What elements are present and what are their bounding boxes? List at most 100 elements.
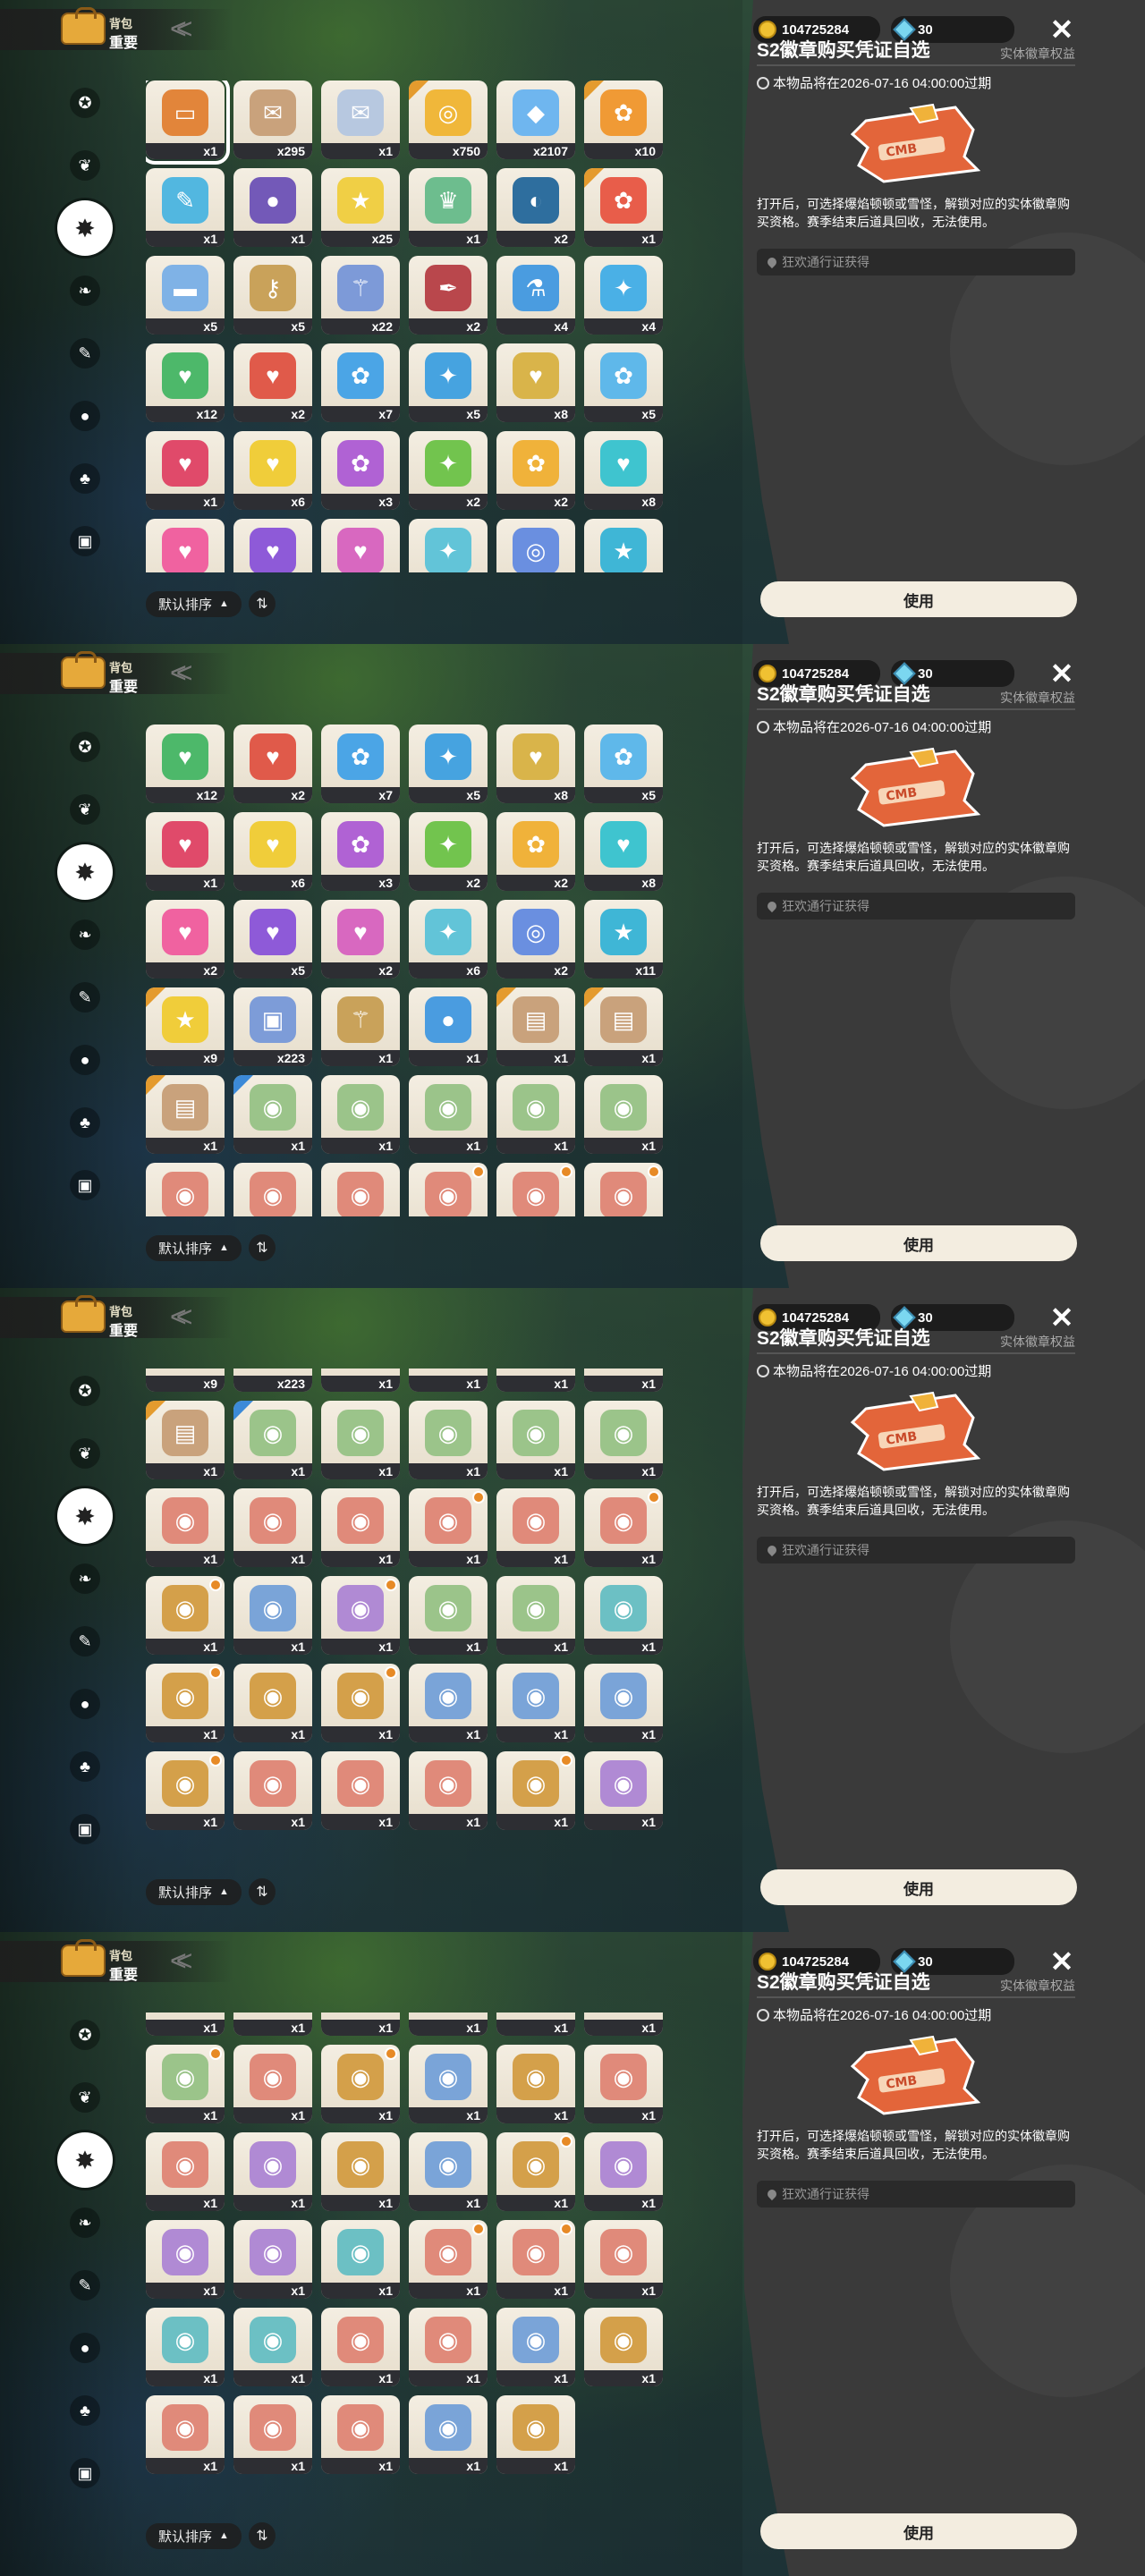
inventory-item[interactable]: ◉x1 xyxy=(233,2132,312,2211)
inventory-item[interactable]: ♥ x2 xyxy=(233,724,312,803)
inventory-item[interactable]: ◉ xyxy=(584,1163,663,1216)
inventory-item[interactable]: ◉x1 xyxy=(496,2012,575,2036)
inventory-item[interactable]: ✦ x2 xyxy=(409,812,488,891)
inventory-item[interactable]: ◉x1 xyxy=(496,2220,575,2299)
inventory-item[interactable]: ✎ x1 xyxy=(146,168,225,247)
category-gear[interactable]: ✸ xyxy=(57,844,113,900)
category-leaf[interactable]: ❦ xyxy=(63,2075,107,2120)
use-button[interactable]: 使用 xyxy=(760,1869,1077,1905)
inventory-item[interactable]: ⚚x1 xyxy=(321,1368,400,1392)
inventory-item[interactable]: ✿ x3 xyxy=(321,812,400,891)
inventory-item[interactable]: ♥ x8 xyxy=(496,724,575,803)
inventory-item[interactable]: ▬ x5 xyxy=(146,256,225,335)
inventory-item[interactable]: ◉x1 xyxy=(584,1401,663,1479)
inventory-item[interactable]: ◉x1 xyxy=(233,1576,312,1655)
inventory-item[interactable]: ◉x1 xyxy=(233,1488,312,1567)
inventory-item[interactable]: ♥ x6 xyxy=(233,431,312,510)
category-scroll[interactable]: ✎ xyxy=(63,975,107,1020)
inventory-item[interactable]: ◉x1 xyxy=(409,1576,488,1655)
sort-order-toggle[interactable]: ⇅ xyxy=(248,1234,276,1261)
inventory-item[interactable]: ◉x1 xyxy=(409,2012,488,2036)
inventory-item[interactable]: ◉x1 xyxy=(496,1075,575,1154)
inventory-item[interactable]: ◉x1 xyxy=(146,1576,225,1655)
inventory-item[interactable]: ◉x1 xyxy=(146,2308,225,2386)
sort-order-toggle[interactable]: ⇅ xyxy=(248,590,276,617)
inventory-item[interactable]: ◉x1 xyxy=(321,1576,400,1655)
category-chest[interactable]: ▣ xyxy=(63,1163,107,1208)
inventory-item[interactable]: ♥ xyxy=(321,519,400,572)
inventory-item[interactable]: ✦ x5 xyxy=(409,724,488,803)
category-chest[interactable]: ▣ xyxy=(63,519,107,564)
inventory-item[interactable]: ✿ x7 xyxy=(321,724,400,803)
inventory-item[interactable]: ◉x1 xyxy=(233,2395,312,2474)
inventory-item[interactable]: ◉x1 xyxy=(496,2045,575,2123)
inventory-item[interactable]: ◉x1 xyxy=(321,2132,400,2211)
inventory-item[interactable]: ◉x1 xyxy=(496,2132,575,2211)
inventory-item[interactable]: ▤x1 xyxy=(584,987,663,1066)
inventory-item[interactable]: ★x9 xyxy=(146,987,225,1066)
inventory-item[interactable]: ◉x1 xyxy=(146,2045,225,2123)
inventory-item[interactable]: ♥ x2 xyxy=(146,900,225,979)
inventory-item[interactable]: ◉x1 xyxy=(409,1488,488,1567)
inventory-item[interactable]: ◉x1 xyxy=(496,1664,575,1742)
inventory-item[interactable]: ◉x1 xyxy=(409,2220,488,2299)
inventory-item[interactable]: ▤x1 xyxy=(496,1368,575,1392)
category-leaf[interactable]: ❦ xyxy=(63,143,107,188)
inventory-item[interactable]: ◉x1 xyxy=(496,1751,575,1830)
inventory-item[interactable]: ●x1 xyxy=(409,987,488,1066)
inventory-item[interactable]: ◉x1 xyxy=(321,1751,400,1830)
inventory-item[interactable]: ◉x1 xyxy=(496,2308,575,2386)
inventory-item[interactable]: ♥ xyxy=(233,519,312,572)
inventory-item[interactable]: ◉x1 xyxy=(409,1664,488,1742)
inventory-item[interactable]: ★ xyxy=(584,519,663,572)
category-star[interactable]: ✪ xyxy=(63,724,107,769)
inventory-item[interactable]: ◉x1 xyxy=(233,2308,312,2386)
inventory-item[interactable]: ◉ xyxy=(233,1163,312,1216)
inventory-item[interactable]: ▣x223 xyxy=(233,1368,312,1392)
inventory-item[interactable]: ◉x1 xyxy=(584,1075,663,1154)
inventory-item[interactable]: ◉x1 xyxy=(409,2308,488,2386)
use-button[interactable]: 使用 xyxy=(760,2513,1077,2549)
inventory-item[interactable]: ●x1 xyxy=(409,1368,488,1392)
inventory-item[interactable]: ◎ xyxy=(496,519,575,572)
close-icon[interactable]: ✕ xyxy=(1048,659,1075,688)
category-ball[interactable]: ● xyxy=(63,394,107,438)
item-source[interactable]: 狂欢通行证获得 xyxy=(757,2181,1075,2207)
inventory-item[interactable]: ✉ x1 xyxy=(321,80,400,159)
inventory-item[interactable]: ◉x1 xyxy=(233,2220,312,2299)
inventory-item[interactable]: ●x1 xyxy=(233,168,312,247)
category-ball[interactable]: ● xyxy=(63,1682,107,1726)
category-chest[interactable]: ▣ xyxy=(63,1807,107,1852)
category-leaf2[interactable]: ❧ xyxy=(63,1556,107,1601)
inventory-item[interactable]: ♥ x2 xyxy=(233,343,312,422)
sort-order-toggle[interactable]: ⇅ xyxy=(248,1878,276,1905)
inventory-item[interactable]: ◉x1 xyxy=(146,1751,225,1830)
close-icon[interactable]: ✕ xyxy=(1048,1303,1075,1332)
inventory-item[interactable]: ◉x1 xyxy=(233,2045,312,2123)
category-ball[interactable]: ● xyxy=(63,2326,107,2370)
inventory-item[interactable]: ♥ x8 xyxy=(496,343,575,422)
inventory-item[interactable]: ◉x1 xyxy=(321,1075,400,1154)
inventory-item[interactable]: ✦ x2 xyxy=(409,431,488,510)
inventory-item[interactable]: ▤x1 xyxy=(146,1075,225,1154)
inventory-item[interactable]: ✿ x3 xyxy=(321,431,400,510)
inventory-item[interactable]: ✦ x6 xyxy=(409,900,488,979)
item-source[interactable]: 狂欢通行证获得 xyxy=(757,893,1075,919)
category-scroll[interactable]: ✎ xyxy=(63,331,107,376)
inventory-item[interactable]: ◉x1 xyxy=(584,1751,663,1830)
inventory-item[interactable]: ▤x1 xyxy=(584,1368,663,1392)
inventory-item[interactable]: ⚗ x4 xyxy=(496,256,575,335)
inventory-item[interactable]: ♥ x5 xyxy=(233,900,312,979)
inventory-item[interactable]: ◉x1 xyxy=(409,2395,488,2474)
category-star[interactable]: ✪ xyxy=(63,2012,107,2057)
category-gear[interactable]: ✸ xyxy=(57,1488,113,1544)
inventory-item[interactable]: ◉x1 xyxy=(321,2308,400,2386)
inventory-item[interactable]: ◐ x2 xyxy=(496,168,575,247)
inventory-item[interactable]: ◉x1 xyxy=(409,1075,488,1154)
inventory-item[interactable]: ✦ x4 xyxy=(584,256,663,335)
sort-order-toggle[interactable]: ⇅ xyxy=(248,2522,276,2549)
inventory-item[interactable]: ★ x25 xyxy=(321,168,400,247)
inventory-item[interactable]: ★x9 xyxy=(146,1368,225,1392)
inventory-item[interactable]: ◉x1 xyxy=(496,1401,575,1479)
category-star[interactable]: ✪ xyxy=(63,80,107,125)
